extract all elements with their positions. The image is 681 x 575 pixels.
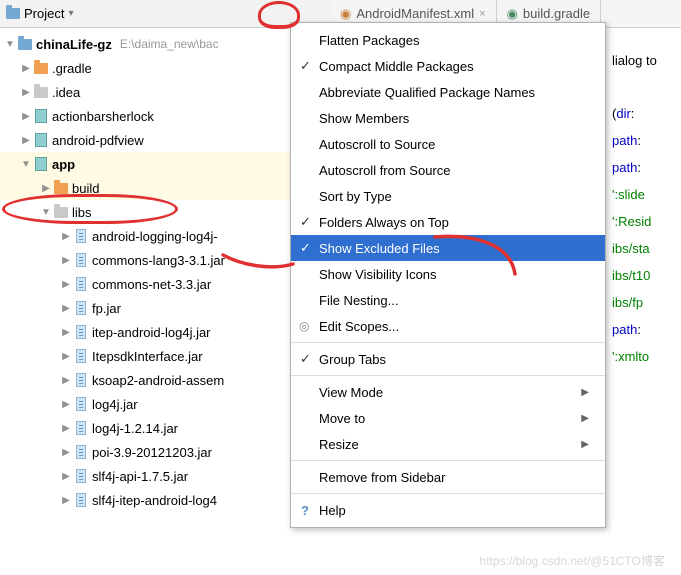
menu-item[interactable]: Move to▶	[291, 405, 605, 431]
menu-item[interactable]: Help	[291, 497, 605, 523]
chevron-right-icon[interactable]: ▶	[60, 399, 72, 410]
tree-item-build[interactable]: ▶build	[0, 176, 300, 200]
menu-item[interactable]: Autoscroll from Source	[291, 157, 605, 183]
folder-icon	[34, 63, 48, 74]
jar-icon	[76, 469, 86, 483]
chevron-right-icon[interactable]: ▶	[60, 327, 72, 338]
chevron-right-icon[interactable]: ▶	[60, 351, 72, 362]
chevron-right-icon[interactable]: ▶	[40, 183, 52, 194]
project-tree: ▼ chinaLife-gz E:\daima_new\bac ▶.gradle…	[0, 28, 300, 575]
folder-icon	[54, 183, 68, 194]
tree-item-app[interactable]: ▼app	[0, 152, 300, 176]
module-icon	[35, 157, 47, 171]
jar-icon	[76, 349, 86, 363]
chevron-right-icon[interactable]: ▶	[60, 255, 72, 266]
tree-item-jar[interactable]: ▶log4j-1.2.14.jar	[0, 416, 300, 440]
chevron-right-icon[interactable]: ▶	[60, 279, 72, 290]
submenu-arrow-icon: ▶	[581, 413, 589, 424]
jar-icon	[76, 253, 86, 267]
tree-item[interactable]: ▶.gradle	[0, 56, 300, 80]
menu-item[interactable]: Abbreviate Qualified Package Names	[291, 79, 605, 105]
submenu-arrow-icon: ▶	[581, 439, 589, 450]
chevron-right-icon[interactable]: ▶	[60, 303, 72, 314]
module-icon	[35, 133, 47, 147]
menu-item[interactable]: Edit Scopes...	[291, 313, 605, 339]
settings-menu: Flatten PackagesCompact Middle PackagesA…	[290, 22, 606, 528]
jar-icon	[76, 277, 86, 291]
tree-item-jar[interactable]: ▶slf4j-itep-android-log4	[0, 488, 300, 512]
tree-item[interactable]: ▶actionbarsherlock	[0, 104, 300, 128]
menu-item[interactable]: Flatten Packages	[291, 27, 605, 53]
editor-content[interactable]: lialog to (dir: path: path: ':slide ':Re…	[606, 28, 681, 575]
chevron-down-icon[interactable]: ▼	[4, 39, 16, 50]
tree-item-jar[interactable]: ▶poi-3.9-20121203.jar	[0, 440, 300, 464]
jar-icon	[76, 493, 86, 507]
project-label: Project	[24, 6, 64, 21]
chevron-right-icon[interactable]: ▶	[60, 495, 72, 506]
chevron-right-icon[interactable]: ▶	[60, 447, 72, 458]
menu-item[interactable]: File Nesting...	[291, 287, 605, 313]
module-icon	[35, 109, 47, 123]
jar-icon	[76, 301, 86, 315]
tree-item-jar[interactable]: ▶fp.jar	[0, 296, 300, 320]
chevron-right-icon[interactable]: ▶	[60, 375, 72, 386]
tree-item[interactable]: ▶.idea	[0, 80, 300, 104]
menu-item[interactable]: Show Members	[291, 105, 605, 131]
folder-icon	[54, 207, 68, 218]
menu-item[interactable]: Compact Middle Packages	[291, 53, 605, 79]
menu-item[interactable]: Show Visibility Icons	[291, 261, 605, 287]
menu-item[interactable]: Sort by Type	[291, 183, 605, 209]
close-icon[interactable]: ×	[479, 8, 485, 20]
chevron-right-icon[interactable]: ▶	[60, 471, 72, 482]
menu-item[interactable]: Resize▶	[291, 431, 605, 457]
root-name: chinaLife-gz	[34, 37, 112, 52]
root-path: E:\daima_new\bac	[120, 37, 219, 51]
folder-icon	[34, 87, 48, 98]
chevron-right-icon[interactable]: ▶	[20, 87, 32, 98]
tree-root[interactable]: ▼ chinaLife-gz E:\daima_new\bac	[0, 32, 300, 56]
dropdown-icon: ▾	[68, 8, 73, 19]
project-icon	[6, 8, 20, 19]
tree-item-jar[interactable]: ▶commons-lang3-3.1.jar	[0, 248, 300, 272]
chevron-down-icon[interactable]: ▼	[40, 207, 52, 218]
jar-icon	[76, 445, 86, 459]
chevron-right-icon[interactable]: ▶	[60, 231, 72, 242]
jar-icon	[76, 325, 86, 339]
menu-item[interactable]: Autoscroll to Source	[291, 131, 605, 157]
jar-icon	[76, 421, 86, 435]
jar-icon	[76, 373, 86, 387]
menu-item[interactable]: Show Excluded Files	[291, 235, 605, 261]
jar-icon	[76, 397, 86, 411]
tree-item-jar[interactable]: ▶itep-android-log4j.jar	[0, 320, 300, 344]
module-icon	[18, 39, 32, 50]
menu-item[interactable]: Group Tabs	[291, 346, 605, 372]
chevron-right-icon[interactable]: ▶	[60, 423, 72, 434]
xml-icon: ◉	[340, 6, 351, 22]
chevron-down-icon[interactable]: ▼	[20, 159, 32, 170]
tree-item-jar[interactable]: ▶slf4j-api-1.7.5.jar	[0, 464, 300, 488]
tree-item-jar[interactable]: ▶ksoap2-android-assem	[0, 368, 300, 392]
menu-item[interactable]: Remove from Sidebar	[291, 464, 605, 490]
tree-item-libs[interactable]: ▼libs	[0, 200, 300, 224]
chevron-right-icon[interactable]: ▶	[20, 63, 32, 74]
menu-item[interactable]: View Mode▶	[291, 379, 605, 405]
tree-item[interactable]: ▶android-pdfview	[0, 128, 300, 152]
tree-item-jar[interactable]: ▶commons-net-3.3.jar	[0, 272, 300, 296]
menu-item[interactable]: Folders Always on Top	[291, 209, 605, 235]
submenu-arrow-icon: ▶	[581, 387, 589, 398]
tree-item-jar[interactable]: ▶ItepsdkInterface.jar	[0, 344, 300, 368]
gradle-icon: ◉	[507, 6, 518, 22]
tree-item-jar[interactable]: ▶log4j.jar	[0, 392, 300, 416]
chevron-right-icon[interactable]: ▶	[20, 135, 32, 146]
tree-item-jar[interactable]: ▶android-logging-log4j-	[0, 224, 300, 248]
jar-icon	[76, 229, 86, 243]
chevron-right-icon[interactable]: ▶	[20, 111, 32, 122]
watermark: https://blog.csdn.net/@51CTO博客	[480, 552, 665, 569]
